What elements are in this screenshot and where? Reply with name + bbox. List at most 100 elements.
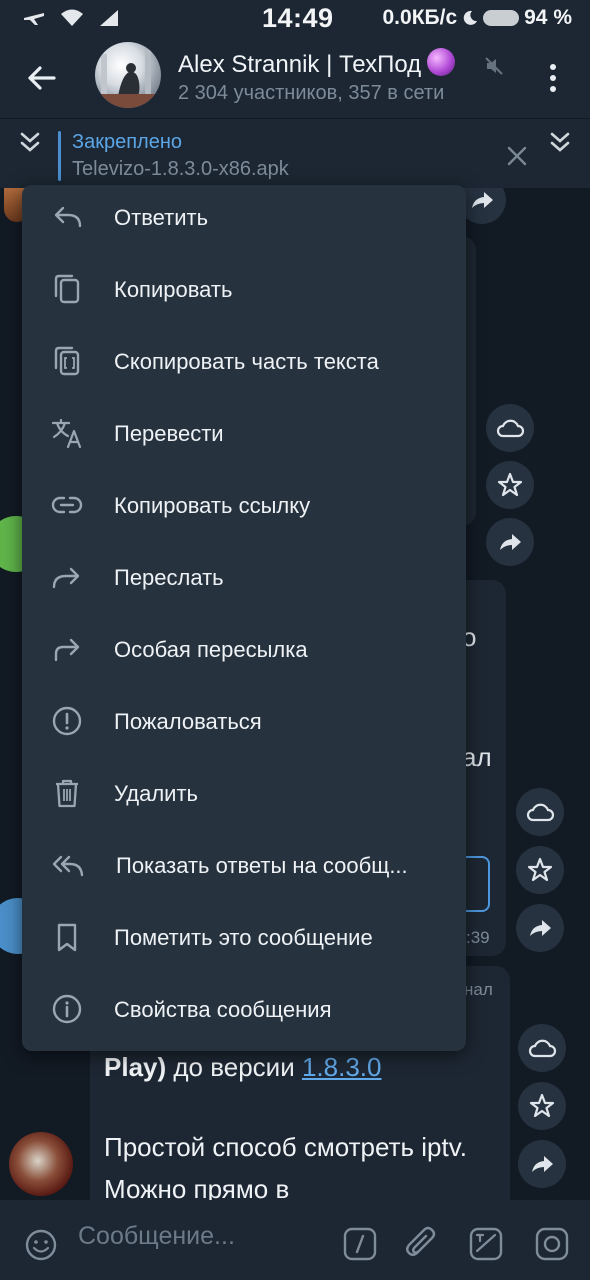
- avatar-image: [95, 50, 161, 108]
- menu-item-copy-part[interactable]: Скопировать часть текста: [22, 326, 466, 398]
- menu-item-label: Особая пересылка: [114, 637, 308, 662]
- share-icon: [500, 534, 521, 550]
- network-speed: 0.0КБ/с: [382, 6, 458, 29]
- arrow-left-icon: [28, 66, 56, 90]
- channel-name-fragment: нал: [464, 980, 493, 999]
- wifi-icon: [61, 9, 83, 26]
- menu-item-report[interactable]: Пожаловаться: [22, 686, 466, 758]
- message-plain-text: до версии: [166, 1052, 302, 1082]
- share-icon: [472, 192, 493, 208]
- menu-item-special-forward[interactable]: Особая пересылка: [22, 614, 466, 686]
- star-icon: [497, 472, 523, 497]
- chat-subtitle: 2 304 участников, 357 в сети: [178, 82, 445, 104]
- menu-item-label: Копировать: [114, 277, 233, 302]
- menu-item-mark-message[interactable]: Пометить это сообщение: [22, 902, 466, 974]
- chat-header: Alex Strannik | ТехПод 2 304 участников,…: [0, 36, 590, 118]
- airplane-mode-icon: [24, 13, 44, 25]
- menu-item-copy[interactable]: Копировать: [22, 254, 466, 326]
- cloud-icon: [496, 419, 525, 438]
- message-text-line: Play) до версии 1.8.3.0: [104, 1052, 381, 1083]
- pinned-accent-line: [58, 131, 61, 181]
- forward-icon: [52, 567, 80, 589]
- menu-item-delete[interactable]: Удалить: [22, 758, 466, 830]
- message-text-line: Простой способ смотреть iptv.: [104, 1132, 467, 1162]
- status-icons-right: 0.0КБ/с 94 %: [383, 6, 573, 30]
- signal-icon: [100, 10, 118, 26]
- menu-item-message-info[interactable]: Свойства сообщения: [22, 974, 466, 1046]
- share-button[interactable]: [518, 1140, 566, 1188]
- copy-icon: [54, 274, 80, 304]
- more-vertical-icon: [550, 64, 556, 92]
- menu-item-label: Показать ответы на сообщ...: [116, 853, 408, 878]
- menu-item-label: Перевести: [114, 421, 224, 446]
- info-icon: [52, 994, 82, 1024]
- moon-icon: [463, 10, 478, 25]
- status-icons-left: [22, 8, 120, 28]
- link-icon: [51, 496, 83, 514]
- chat-title[interactable]: Alex Strannik | ТехПод: [178, 48, 456, 79]
- pinned-message-bar[interactable]: Закреплено Televizo-1.8.3.0-x86.apk: [0, 118, 590, 188]
- status-bar: 14:49 0.0КБ/с 94 %: [0, 0, 590, 36]
- message-time: :39: [466, 928, 490, 947]
- attach-icon[interactable]: [404, 1226, 440, 1262]
- chevrons-down-icon[interactable]: [16, 129, 44, 157]
- cloud-save-button[interactable]: [486, 404, 534, 452]
- favorite-button[interactable]: [486, 461, 534, 509]
- message-bold-text: Play): [104, 1052, 167, 1082]
- menu-item-copy-link[interactable]: Копировать ссылку: [22, 470, 466, 542]
- favorite-button[interactable]: [518, 1082, 566, 1130]
- star-icon: [529, 1093, 555, 1118]
- delete-icon: [56, 779, 78, 808]
- report-icon: [52, 706, 82, 736]
- menu-item-label: Переслать: [114, 565, 224, 590]
- menu-item-label: Свойства сообщения: [114, 997, 332, 1022]
- cloud-save-button[interactable]: [518, 1024, 566, 1072]
- clock: 14:49: [262, 3, 334, 33]
- menu-item-translate[interactable]: Перевести: [22, 398, 466, 470]
- cloud-icon: [528, 1039, 557, 1058]
- share-icon: [530, 920, 551, 936]
- camera-icon[interactable]: [534, 1226, 570, 1262]
- chevrons-down-icon-right[interactable]: [546, 129, 574, 157]
- message-composer: Сообщение...: [0, 1200, 590, 1280]
- menu-item-label: Копировать ссылку: [114, 493, 311, 518]
- message-text-line: Можно прямо в: [104, 1174, 290, 1200]
- crystal-ball-emoji-icon: [427, 48, 456, 76]
- share-button[interactable]: [486, 518, 534, 566]
- message-input[interactable]: Сообщение...: [78, 1222, 235, 1251]
- message-context-menu: Ответить Копировать Скопировать часть те…: [22, 185, 466, 1051]
- emoji-icon[interactable]: [24, 1228, 58, 1262]
- cloud-icon: [526, 803, 555, 822]
- command-icon[interactable]: [342, 1226, 378, 1262]
- menu-item-label: Удалить: [114, 781, 198, 806]
- menu-item-label: Пометить это сообщение: [114, 925, 373, 950]
- mute-icon: [485, 57, 503, 75]
- back-button[interactable]: [22, 58, 62, 98]
- menu-item-show-replies[interactable]: Показать ответы на сообщ...: [22, 830, 466, 902]
- menu-item-label: Пожаловаться: [114, 709, 262, 734]
- more-menu-button[interactable]: [540, 60, 566, 96]
- star-icon: [527, 857, 553, 882]
- favorite-button[interactable]: [516, 846, 564, 894]
- special-forward-icon: [54, 638, 80, 662]
- pinned-label: Закреплено: [72, 131, 182, 153]
- version-link[interactable]: 1.8.3.0: [302, 1052, 382, 1082]
- share-button[interactable]: [516, 904, 564, 952]
- chat-title-text: Alex Strannik | ТехПод: [178, 51, 422, 78]
- reply-icon: [54, 206, 82, 228]
- sticker-icon[interactable]: [468, 1226, 504, 1262]
- menu-item-reply[interactable]: Ответить: [22, 182, 466, 254]
- battery-level: 94 %: [524, 6, 572, 29]
- menu-item-forward[interactable]: Переслать: [22, 542, 466, 614]
- close-icon[interactable]: [506, 145, 528, 167]
- menu-item-label: Ответить: [114, 205, 209, 230]
- copy-part-icon: [54, 346, 80, 376]
- chat-avatar[interactable]: [95, 42, 161, 108]
- sender-avatar[interactable]: [9, 1132, 73, 1196]
- cloud-save-button[interactable]: [516, 788, 564, 836]
- reply-all-icon: [52, 855, 84, 877]
- share-icon: [532, 1156, 553, 1172]
- message-text-fragment: ал: [462, 742, 492, 772]
- bookmark-icon: [57, 923, 77, 952]
- menu-item-label: Скопировать часть текста: [114, 349, 379, 374]
